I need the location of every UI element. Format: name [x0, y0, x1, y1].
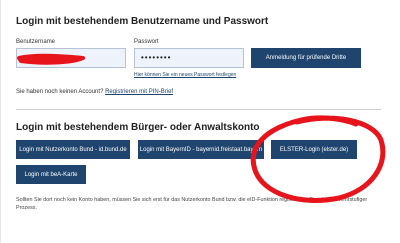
- password-label: Passwort: [134, 39, 159, 45]
- password-input[interactable]: ••••••••: [134, 48, 244, 68]
- login-page: Login mit bestehendem Benutzername und P…: [0, 0, 400, 243]
- username-label: Benutzername: [16, 39, 56, 45]
- forgot-password-link[interactable]: Hier können Sie ein neues Passwort festl…: [134, 72, 236, 78]
- account-login-heading: Login mit bestehendem Bürger- oder Anwal…: [16, 122, 260, 133]
- elster-circle-scribble: [250, 115, 386, 203]
- username-login-heading: Login mit bestehendem Benutzername und P…: [16, 16, 269, 27]
- section-divider: [16, 109, 381, 110]
- register-link[interactable]: Registrieren mit PIN-Brief: [105, 89, 173, 95]
- no-account-row: Sie haben noch keinen Account? Registrie…: [16, 89, 173, 95]
- username-input[interactable]: [16, 48, 126, 68]
- registration-note: Sollten Sie dort noch kein Konto haben, …: [16, 197, 368, 211]
- third-party-login-button[interactable]: Anmeldung für prüfende Dritte: [251, 48, 361, 68]
- elster-login-button[interactable]: ELSTER-Login (elster.de): [271, 140, 357, 159]
- bayernid-login-button[interactable]: Login mit BayernID - bayernid.freistaat.…: [138, 140, 264, 159]
- no-account-text: Sie haben noch keinen Account?: [16, 89, 104, 95]
- bea-card-login-button[interactable]: Login mit beA-Karte: [16, 165, 86, 184]
- nutzerkonto-bund-login-button[interactable]: Login mit Nutzerkonto Bund - id.bund.de: [16, 140, 130, 159]
